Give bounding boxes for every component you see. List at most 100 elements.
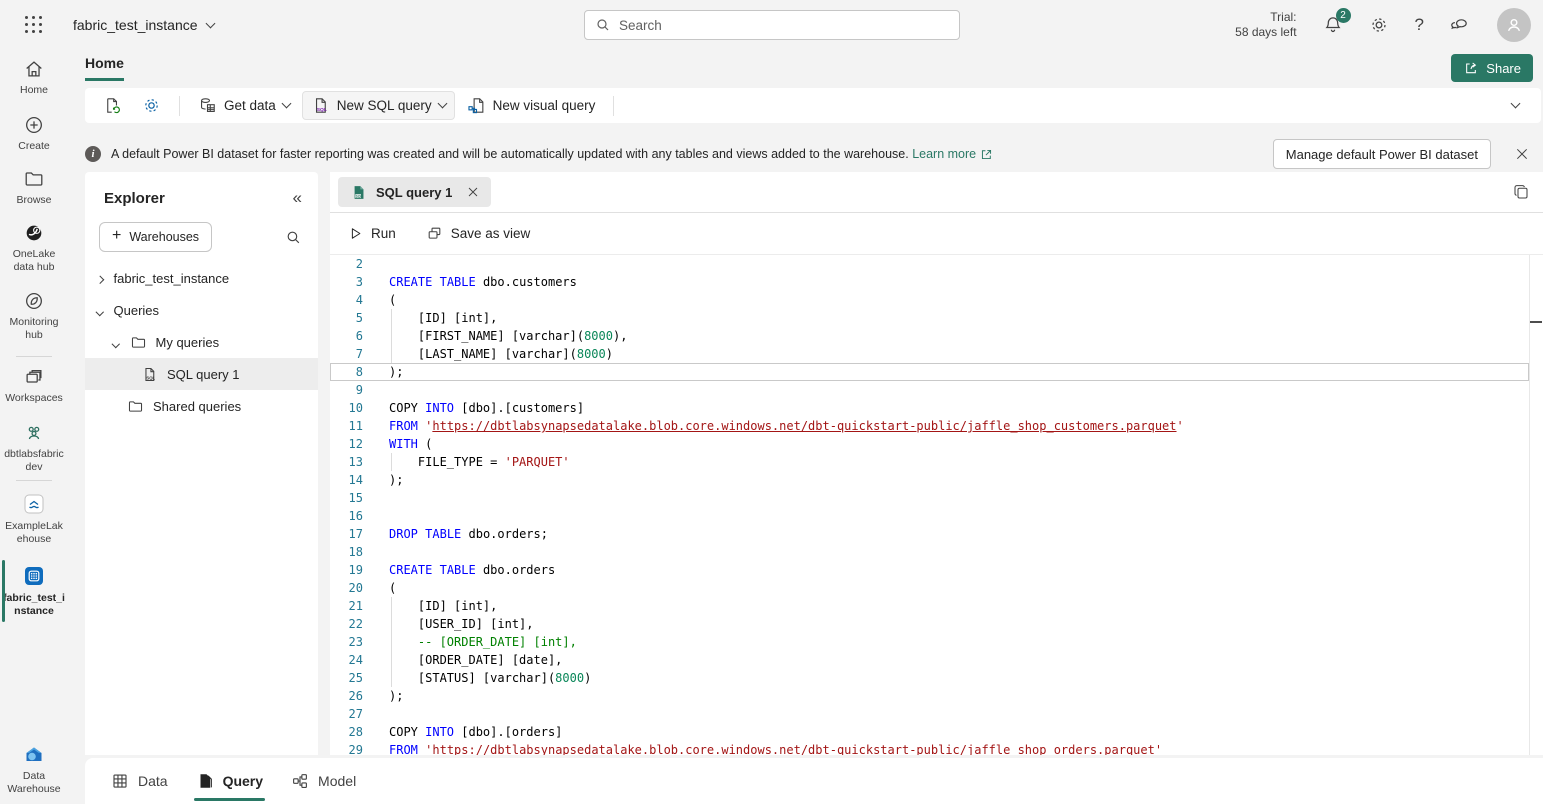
refresh-button[interactable]: [95, 92, 130, 119]
workspace-title-dropdown[interactable]: fabric_test_instance: [73, 17, 214, 33]
code-line[interactable]: 3CREATE TABLE dbo.customers: [330, 273, 1529, 291]
line-number: 21: [330, 597, 363, 615]
code-line[interactable]: 15: [330, 489, 1529, 507]
code-line[interactable]: 17DROP TABLE dbo.orders;: [330, 525, 1529, 543]
nav-create[interactable]: Create: [0, 114, 68, 153]
add-warehouses-button[interactable]: + Warehouses: [99, 222, 212, 252]
line-number: 28: [330, 723, 363, 741]
manage-dataset-button[interactable]: Manage default Power BI dataset: [1273, 139, 1491, 169]
tree-item-queries[interactable]: Queries: [85, 294, 318, 326]
tab-close-icon[interactable]: [467, 186, 479, 198]
nav-data-warehouse[interactable]: Data Warehouse: [0, 742, 68, 796]
onelake-icon: [23, 222, 45, 244]
tree-item-shared-queries[interactable]: Shared queries: [85, 390, 318, 422]
code-line[interactable]: 18: [330, 543, 1529, 561]
code-line[interactable]: 24 [ORDER_DATE] [date],: [330, 651, 1529, 669]
banner-message: A default Power BI dataset for faster re…: [111, 147, 993, 161]
new-sql-query-button[interactable]: SQL New SQL query: [302, 91, 455, 120]
copy-icon[interactable]: [1512, 183, 1530, 201]
line-number: 10: [330, 399, 363, 417]
search-placeholder: Search: [619, 18, 662, 33]
code-line[interactable]: 22 [USER_ID] [int],: [330, 615, 1529, 633]
settings-button[interactable]: [1369, 15, 1389, 35]
nav-browse[interactable]: Browse: [0, 168, 68, 207]
line-number: 20: [330, 579, 363, 597]
tab-sql-query-1[interactable]: SQL SQL query 1: [338, 177, 491, 207]
learn-more-link[interactable]: Learn more: [912, 147, 993, 161]
nav-home[interactable]: Home: [0, 58, 68, 97]
sql-editor[interactable]: 23CREATE TABLE dbo.customers4(5 [ID] [in…: [330, 255, 1543, 755]
settings-toolbar-button[interactable]: [134, 92, 169, 119]
code-line[interactable]: 16: [330, 507, 1529, 525]
tab-data[interactable]: Data: [99, 758, 180, 804]
nav-monitoring-hub[interactable]: Monitoring hub: [0, 290, 68, 342]
search-input[interactable]: Search: [584, 10, 960, 40]
code-line[interactable]: 19CREATE TABLE dbo.orders: [330, 561, 1529, 579]
run-button[interactable]: Run: [348, 226, 396, 241]
line-number: 24: [330, 651, 363, 669]
code-line[interactable]: 6 [FIRST_NAME] [varchar](8000),: [330, 327, 1529, 345]
sql-file-icon: SQL: [311, 96, 330, 115]
notifications-button[interactable]: 2: [1323, 15, 1343, 35]
nav-workspace-dbtlabsfabricdev[interactable]: dbtlabsfabricdev: [0, 422, 68, 474]
tab-model[interactable]: Model: [279, 758, 368, 804]
code-line[interactable]: 25 [STATUS] [varchar](8000): [330, 669, 1529, 687]
code-line[interactable]: 11FROM 'https://dbtlabsynapsedatalake.bl…: [330, 417, 1529, 435]
share-button[interactable]: Share: [1451, 54, 1533, 82]
monitoring-icon: [23, 290, 45, 312]
code-line[interactable]: 26);: [330, 687, 1529, 705]
info-icon: i: [85, 146, 101, 162]
nav-item-examplelakehouse[interactable]: ExampleLakehouse: [0, 492, 68, 546]
code-line[interactable]: 2: [330, 255, 1529, 273]
get-data-button[interactable]: Get data: [190, 92, 298, 119]
code-line[interactable]: 23 -- [ORDER_DATE] [int],: [330, 633, 1529, 651]
bottom-view-switcher: Data Query Model: [85, 758, 1543, 804]
tree-item-my-queries[interactable]: My queries: [85, 326, 318, 358]
line-number: 18: [330, 543, 363, 561]
code-line[interactable]: 4(: [330, 291, 1529, 309]
tree-item-warehouse[interactable]: fabric_test_instance: [85, 262, 318, 294]
save-as-view-button[interactable]: Save as view: [426, 225, 531, 242]
code-line[interactable]: 7 [LAST_NAME] [varchar](8000): [330, 345, 1529, 363]
line-number: 26: [330, 687, 363, 705]
banner-close-icon[interactable]: [1515, 147, 1529, 161]
code-line[interactable]: 20(: [330, 579, 1529, 597]
code-line[interactable]: 10COPY INTO [dbo].[customers]: [330, 399, 1529, 417]
code-line[interactable]: 29FROM 'https://dbtlabsynapsedatalake.bl…: [330, 741, 1529, 755]
line-number: 17: [330, 525, 363, 543]
new-visual-query-button[interactable]: New visual query: [459, 92, 604, 119]
help-button[interactable]: ?: [1415, 15, 1424, 35]
code-line[interactable]: 5 [ID] [int],: [330, 309, 1529, 327]
code-line[interactable]: 12WITH (: [330, 435, 1529, 453]
code-lines: 23CREATE TABLE dbo.customers4(5 [ID] [in…: [330, 255, 1543, 755]
nav-workspaces[interactable]: Workspaces: [0, 366, 68, 405]
share-icon: [1463, 60, 1479, 76]
collapse-panel-icon[interactable]: «: [293, 188, 302, 208]
tree-item-sql-query-1[interactable]: SQL SQL query 1: [85, 358, 318, 390]
code-line[interactable]: 28COPY INTO [dbo].[orders]: [330, 723, 1529, 741]
external-link-icon: [980, 148, 993, 161]
ribbon-row: Home Share: [0, 50, 1543, 87]
tab-home[interactable]: Home: [85, 55, 124, 81]
line-number: 11: [330, 417, 363, 435]
tab-query[interactable]: Query: [184, 758, 275, 804]
feedback-button[interactable]: [1450, 15, 1471, 36]
toolbar-expand-chevron-icon[interactable]: [1511, 99, 1521, 109]
code-line[interactable]: 13 FILE_TYPE = 'PARQUET': [330, 453, 1529, 471]
code-line[interactable]: 14);: [330, 471, 1529, 489]
nav-onelake-data-hub[interactable]: OneLake data hub: [0, 222, 68, 274]
code-line[interactable]: 27: [330, 705, 1529, 723]
line-number: 27: [330, 705, 363, 723]
folder-icon: [130, 334, 147, 351]
explorer-title: Explorer: [104, 190, 165, 207]
code-line[interactable]: 9: [330, 381, 1529, 399]
code-line[interactable]: 8);: [330, 363, 1529, 381]
code-line[interactable]: 21 [ID] [int],: [330, 597, 1529, 615]
avatar[interactable]: [1497, 8, 1531, 42]
explorer-search-icon[interactable]: [285, 229, 302, 246]
nav-item-fabric-test-instance[interactable]: fabric_test_instance: [0, 564, 68, 618]
editor-scrollbar[interactable]: [1529, 255, 1543, 755]
explorer-tree: fabric_test_instance Queries My queries …: [85, 262, 318, 422]
home-icon: [23, 58, 45, 80]
app-launcher-icon[interactable]: [25, 16, 43, 34]
